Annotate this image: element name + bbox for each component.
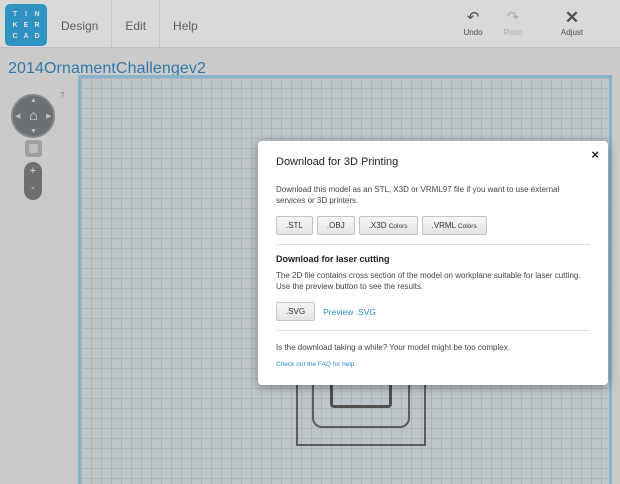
download-stl-button[interactable]: .STL	[276, 216, 313, 235]
download-svg-button[interactable]: .SVG	[276, 302, 316, 321]
download-note: Is the download taking a while? Your mod…	[276, 343, 510, 352]
button-label: .STL	[286, 221, 303, 230]
download-obj-button[interactable]: .OBJ	[316, 216, 355, 235]
laser-section-title: Download for laser cutting	[276, 254, 390, 264]
download-vrml-button[interactable]: .VRML Colors	[421, 216, 487, 235]
close-icon[interactable]: ×	[591, 147, 599, 162]
divider	[276, 244, 590, 245]
download-3d-buttons: .STL .OBJ .X3D Colors .VRML Colors	[276, 216, 590, 235]
laser-actions: .SVG Preview .SVG	[276, 302, 590, 321]
dialog-title: Download for 3D Printing	[276, 156, 399, 168]
button-suffix: Colors	[457, 223, 477, 230]
button-label: .X3D	[368, 221, 387, 230]
button-label: .VRML	[431, 221, 456, 230]
faq-link[interactable]: Check out the FAQ for help.	[276, 361, 356, 368]
laser-description: The 2D file contains cross section of th…	[276, 271, 581, 291]
dialog-3d-description: Download this model as an STL, X3D or VR…	[276, 185, 560, 205]
button-label: .OBJ	[326, 221, 345, 230]
preview-svg-link[interactable]: Preview .SVG	[323, 307, 376, 317]
download-x3d-button[interactable]: .X3D Colors	[358, 216, 418, 235]
button-suffix: Colors	[388, 223, 408, 230]
divider	[276, 330, 590, 331]
download-dialog: × Download for 3D Printing Download this…	[258, 141, 608, 385]
